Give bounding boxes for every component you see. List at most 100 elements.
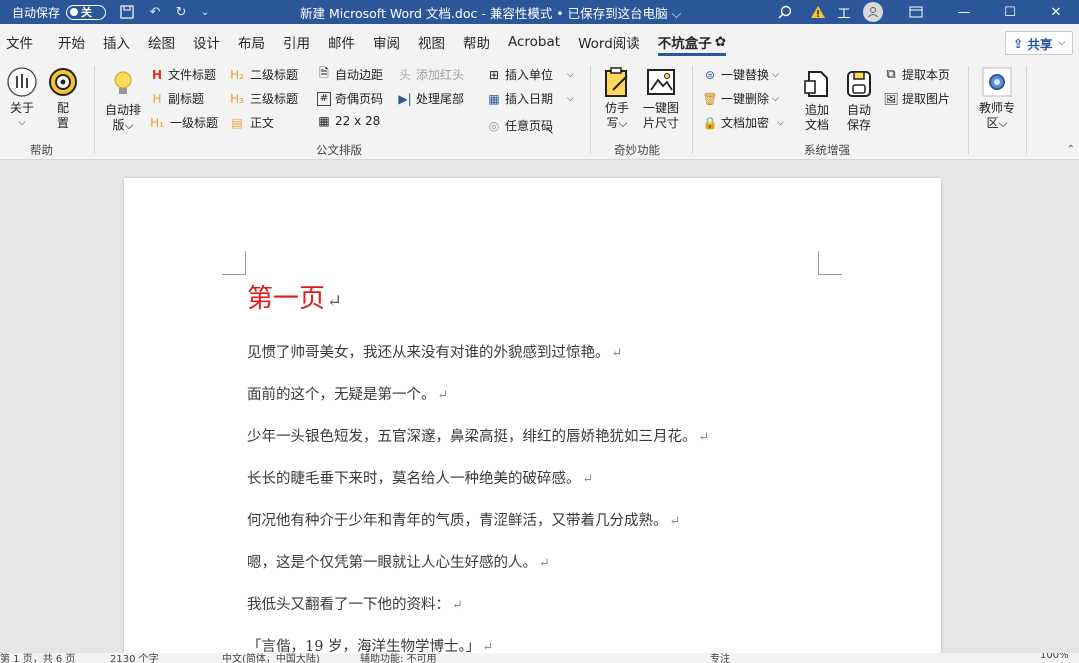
group-label-system: 系统增强	[804, 143, 850, 157]
collapse-ribbon-icon[interactable]: ⌃	[1067, 144, 1075, 155]
paragraph-mark-icon: ↵	[327, 291, 343, 312]
focus-mode[interactable]: 专注	[710, 653, 730, 663]
word-count[interactable]: 2130 个字	[110, 653, 159, 663]
insert-date-button[interactable]: ▦ 插入日期 ⌵	[487, 90, 574, 107]
title-bar: 自动保存 关 ↶ ↻ ⌄ 新建 Microsoft Word 文档.doc - …	[0, 0, 1079, 24]
share-button[interactable]: ⇪ 共享 ⌵	[1005, 31, 1073, 55]
doc-encrypt-button[interactable]: 🔒 文档加密 ⌵	[703, 114, 784, 131]
h3-style-button[interactable]: H₃ 三级标题	[228, 90, 298, 107]
crop-mark	[818, 251, 842, 275]
tab-design[interactable]: 设计	[184, 24, 229, 60]
any-page-number-button[interactable]: ◎ 任意页码 ↖	[487, 114, 554, 138]
image-size-button[interactable]: 一键图 片尺寸	[640, 66, 682, 131]
process-tail-button[interactable]: ▶| 处理尾部	[398, 90, 464, 107]
paragraph[interactable]: 何况他有种介于少年和青年的气质，青涩鲜活，又带着几分成熟。 ↵	[247, 509, 680, 530]
minimize-icon[interactable]: —	[941, 0, 987, 24]
paragraph[interactable]: 少年一头银色短发，五官深邃，鼻梁高挺，绯红的唇娇艳犹如三月花。 ↵	[247, 425, 709, 446]
warning-icon[interactable]	[803, 0, 833, 24]
paragraph[interactable]: 长长的睫毛垂下来时，莫名给人一种绝美的破碎感。 ↵	[247, 467, 593, 488]
document-title[interactable]: 新建 Microsoft Word 文档.doc - 兼容性模式 • 已保存到这…	[300, 3, 681, 22]
redo-icon[interactable]: ↻	[174, 5, 188, 20]
divider	[94, 66, 95, 154]
chevron-down-icon: ⌵	[567, 69, 574, 80]
tab-help[interactable]: 帮助	[454, 24, 499, 60]
undo-icon[interactable]: ↶	[148, 5, 162, 20]
document-page[interactable]: 第一页 ↵ 见惯了帅哥美女，我还从来没有对谁的外貌感到过惊艳。 ↵ 面前的这个，无疑…	[124, 178, 941, 658]
toggle-dot-icon	[70, 8, 79, 16]
add-header-button[interactable]: 头添加红头	[398, 66, 464, 83]
paragraph-mark-icon: ↵	[698, 430, 710, 445]
user-initial[interactable]: 工	[833, 0, 855, 24]
one-click-delete-button[interactable]: 🗑 一键删除 ⌵	[702, 90, 779, 107]
tab-bukeng-box[interactable]: 不坑盒子 ✿	[649, 24, 735, 60]
grid-button[interactable]: ▦ 22 x 28	[317, 114, 380, 128]
lightbulb-icon	[107, 68, 139, 100]
tab-mailings[interactable]: 邮件	[319, 24, 364, 60]
one-click-replace-button[interactable]: ⊜ 一键替换 ⌵	[703, 66, 779, 83]
odd-even-page-button[interactable]: # 奇偶页码	[317, 90, 383, 107]
paragraph-mark-icon: ↵	[669, 514, 681, 529]
paragraph[interactable]: 我低头又翻看了一下他的资料： ↵	[247, 593, 463, 614]
auto-margin-button[interactable]: 🗎 自动边距	[317, 66, 383, 83]
chevron-down-icon: ⌵	[1058, 38, 1066, 48]
tab-draw[interactable]: 绘图	[139, 24, 184, 60]
insert-unit-button[interactable]: ⊞ 插入单位 ⌵	[487, 66, 574, 83]
header-icon: 头	[398, 68, 411, 82]
tab-file[interactable]: 文件	[0, 24, 42, 60]
chevron-down-icon: ⌵	[567, 93, 574, 104]
append-doc-button[interactable]: 追加 文档	[801, 68, 833, 133]
maximize-icon[interactable]: ☐	[987, 0, 1033, 24]
autosave-control[interactable]: 自动保存 关	[12, 4, 107, 21]
tab-insert[interactable]: 插入	[94, 24, 139, 60]
picture-icon: 🖼	[883, 91, 899, 106]
chevron-down-icon: ⌵	[777, 117, 784, 128]
about-button[interactable]: 关于 ⌵	[5, 66, 39, 131]
paragraph-mark-icon: ↵	[452, 598, 463, 613]
chevron-down-icon: ⌵	[772, 93, 779, 104]
ribbon-display-icon[interactable]	[891, 0, 941, 24]
tab-word-reading[interactable]: Word阅读	[569, 24, 649, 60]
auto-layout-button[interactable]: 自动排 版⌵	[102, 68, 144, 133]
paragraph[interactable]: 嗯，这是个仅凭第一眼就让人心生好感的人。 ↵	[247, 551, 550, 572]
language[interactable]: 中文(简体，中国大陆)	[222, 653, 320, 663]
body-style-button[interactable]: ▤ 正文	[228, 114, 274, 131]
tab-references[interactable]: 引用	[274, 24, 319, 60]
tab-layout[interactable]: 布局	[229, 24, 274, 60]
tab-home[interactable]: 开始	[42, 24, 94, 60]
ribbon-tabs: 文件 开始 插入 绘图 设计 布局 引用 邮件 审阅 视图 帮助 Acrobat…	[0, 24, 1079, 60]
hash-box-icon: #	[317, 91, 331, 106]
subtitle-style-button[interactable]: H 副标题	[150, 90, 204, 107]
search-icon[interactable]	[767, 0, 803, 24]
paragraph[interactable]: 面前的这个，无疑是第一个。 ↵	[247, 383, 448, 404]
extract-page-button[interactable]: ⧉ 提取本页	[884, 66, 950, 83]
page-info[interactable]: 第 1 页，共 6 页	[0, 653, 75, 663]
h2-icon: H₂	[230, 67, 244, 82]
tab-acrobat[interactable]: Acrobat	[499, 24, 569, 60]
clipboard-pen-icon	[601, 66, 633, 98]
tab-review[interactable]: 审阅	[364, 24, 409, 60]
h2-style-button[interactable]: H₂ 二级标题	[228, 66, 298, 83]
tab-view[interactable]: 视图	[409, 24, 454, 60]
group-label-help: 帮助	[30, 143, 53, 157]
ribbon: 关于 ⌵ 配 置 帮助 自动排 版⌵ H 文件标题 H 副标题 H₁ 一级标题 H₂ 二…	[0, 60, 1079, 160]
close-icon[interactable]: ✕	[1033, 0, 1079, 24]
plugin-gear-icon: ✿	[714, 34, 727, 50]
config-button[interactable]: 配 置	[46, 66, 80, 131]
customize-qat-icon[interactable]: ⌄	[198, 5, 212, 19]
document-canvas[interactable]: 第一页 ↵ 见惯了帅哥美女，我还从来没有对谁的外貌感到过惊艳。 ↵ 面前的这个，无疑…	[0, 160, 1079, 658]
auto-save-button[interactable]: 自动 保存	[843, 68, 875, 133]
h1-style-button[interactable]: H₁ 一级标题	[148, 114, 218, 131]
save-icon[interactable]	[120, 5, 134, 19]
paragraph[interactable]: 见惯了帅哥美女，我还从来没有对谁的外貌感到过惊艳。 ↵	[247, 341, 622, 362]
h3-icon: H₃	[230, 91, 244, 106]
teacher-zone-button[interactable]: 教师专 区⌵	[976, 66, 1018, 131]
paragraph-mark-icon: ↵	[582, 472, 594, 487]
doc-title-style-button[interactable]: H 文件标题	[150, 66, 216, 83]
zoom-level[interactable]: 100%	[1040, 653, 1069, 661]
autosave-toggle[interactable]: 关	[66, 4, 107, 20]
accessibility-status[interactable]: 辅助功能: 不可用	[360, 653, 437, 663]
avatar[interactable]	[855, 0, 891, 24]
page-heading[interactable]: 第一页 ↵	[247, 278, 342, 315]
extract-image-button[interactable]: 🖼 提取图片	[883, 90, 950, 107]
imitate-handwriting-button[interactable]: 仿手 写⌵	[600, 66, 634, 131]
